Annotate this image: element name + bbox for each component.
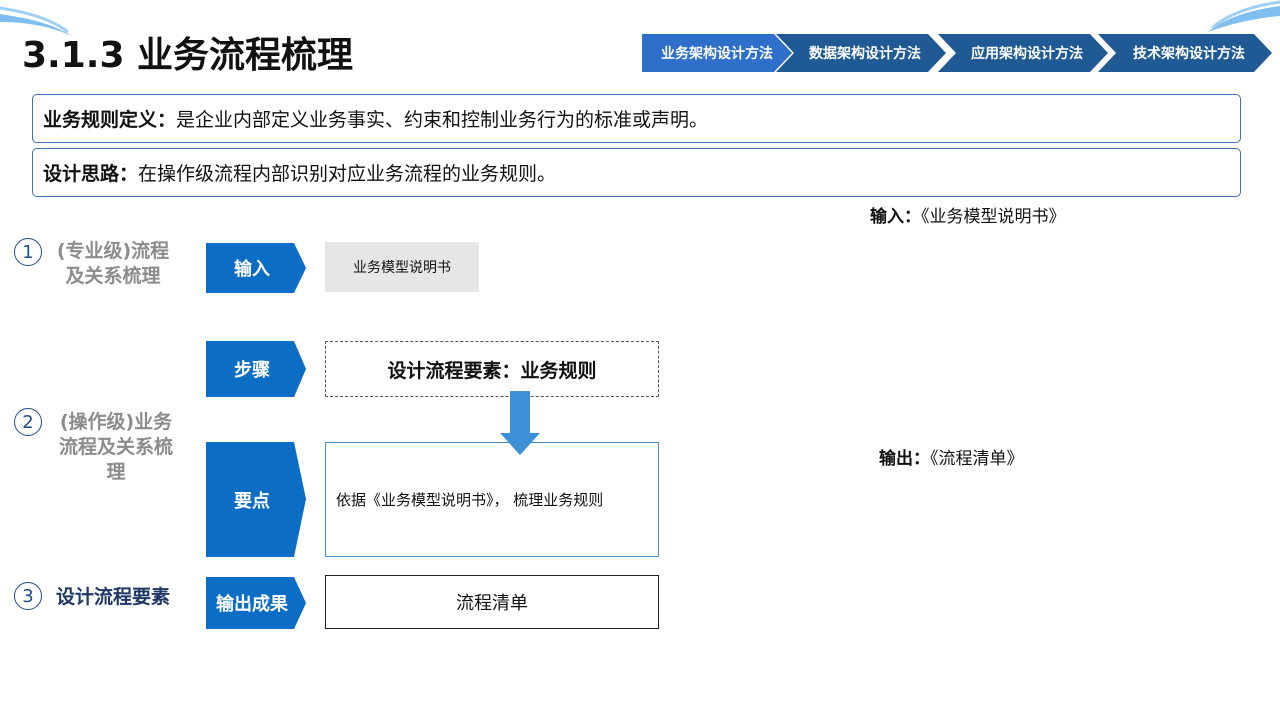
input-chevron-label: 输入 xyxy=(234,259,270,280)
input-chevron: 输入 xyxy=(206,243,306,293)
tab-label: 业务架构设计方法 xyxy=(661,46,773,62)
phase-number-1: 1 xyxy=(14,238,42,266)
definition-label: 业务规则定义： xyxy=(43,109,177,131)
design-idea: 设计思路： 在操作级流程内部识别对应业务流程的业务规则。 xyxy=(32,148,1241,197)
tab-data-architecture[interactable]: 数据架构设计方法 xyxy=(776,34,946,72)
output-note-value: 《流程清单》 xyxy=(930,449,1024,469)
design-idea-text: 在操作级流程内部识别对应业务流程的业务规则。 xyxy=(138,163,557,185)
step-chevron: 步骤 xyxy=(206,341,306,397)
tab-technology-architecture[interactable]: 技术架构设计方法 xyxy=(1098,34,1272,72)
key-point-chevron: 要点 xyxy=(206,442,306,557)
key-point-value-box: 依据《业务模型说明书》， 梳理业务规则 xyxy=(325,442,659,557)
business-rule-definition: 业务规则定义： 是企业内部定义业务事实、约束和控制业务行为的标准或声明。 xyxy=(32,94,1241,143)
tab-application-architecture[interactable]: 应用架构设计方法 xyxy=(938,34,1108,72)
output-note: 输出：《流程清单》 xyxy=(879,444,1024,469)
phase-label-1: (专业级)流程及关系梳理 xyxy=(56,240,170,287)
input-note-label: 输入： xyxy=(870,207,921,227)
phase-label-2: (操作级)业务流程及关系梳理 xyxy=(58,411,173,483)
tab-business-architecture[interactable]: 业务架构设计方法 xyxy=(642,34,792,72)
definition-text: 是企业内部定义业务事实、约束和控制业务行为的标准或声明。 xyxy=(176,109,709,131)
phase-number-2: 2 xyxy=(14,408,42,436)
phase-label-3: 设计流程要素 xyxy=(55,586,170,608)
step-value-box: 设计流程要素：业务规则 xyxy=(325,341,659,397)
method-navigation: 业务架构设计方法 数据架构设计方法 应用架构设计方法 技术架构设计方法 xyxy=(642,34,1272,74)
input-note-value: 《业务模型说明书》 xyxy=(921,207,1066,227)
input-note: 输入：《业务模型说明书》 xyxy=(870,202,1066,227)
phase-number-3: 3 xyxy=(14,582,42,610)
input-value-box: 业务模型说明书 xyxy=(325,242,479,292)
down-arrow-icon xyxy=(500,391,540,455)
output-value-box: 流程清单 xyxy=(325,575,659,629)
output-note-label: 输出： xyxy=(879,449,930,469)
key-point-chevron-label: 要点 xyxy=(234,490,270,512)
tab-label: 应用架构设计方法 xyxy=(971,46,1083,62)
page-title: 3.1.3 业务流程梳理 xyxy=(22,35,354,76)
output-chevron-label: 输出成果 xyxy=(216,594,288,615)
step-chevron-label: 步骤 xyxy=(234,360,270,381)
design-idea-label: 设计思路： xyxy=(43,163,139,185)
tab-label: 技术架构设计方法 xyxy=(1133,46,1245,62)
output-chevron: 输出成果 xyxy=(206,577,306,629)
tab-label: 数据架构设计方法 xyxy=(809,46,921,62)
